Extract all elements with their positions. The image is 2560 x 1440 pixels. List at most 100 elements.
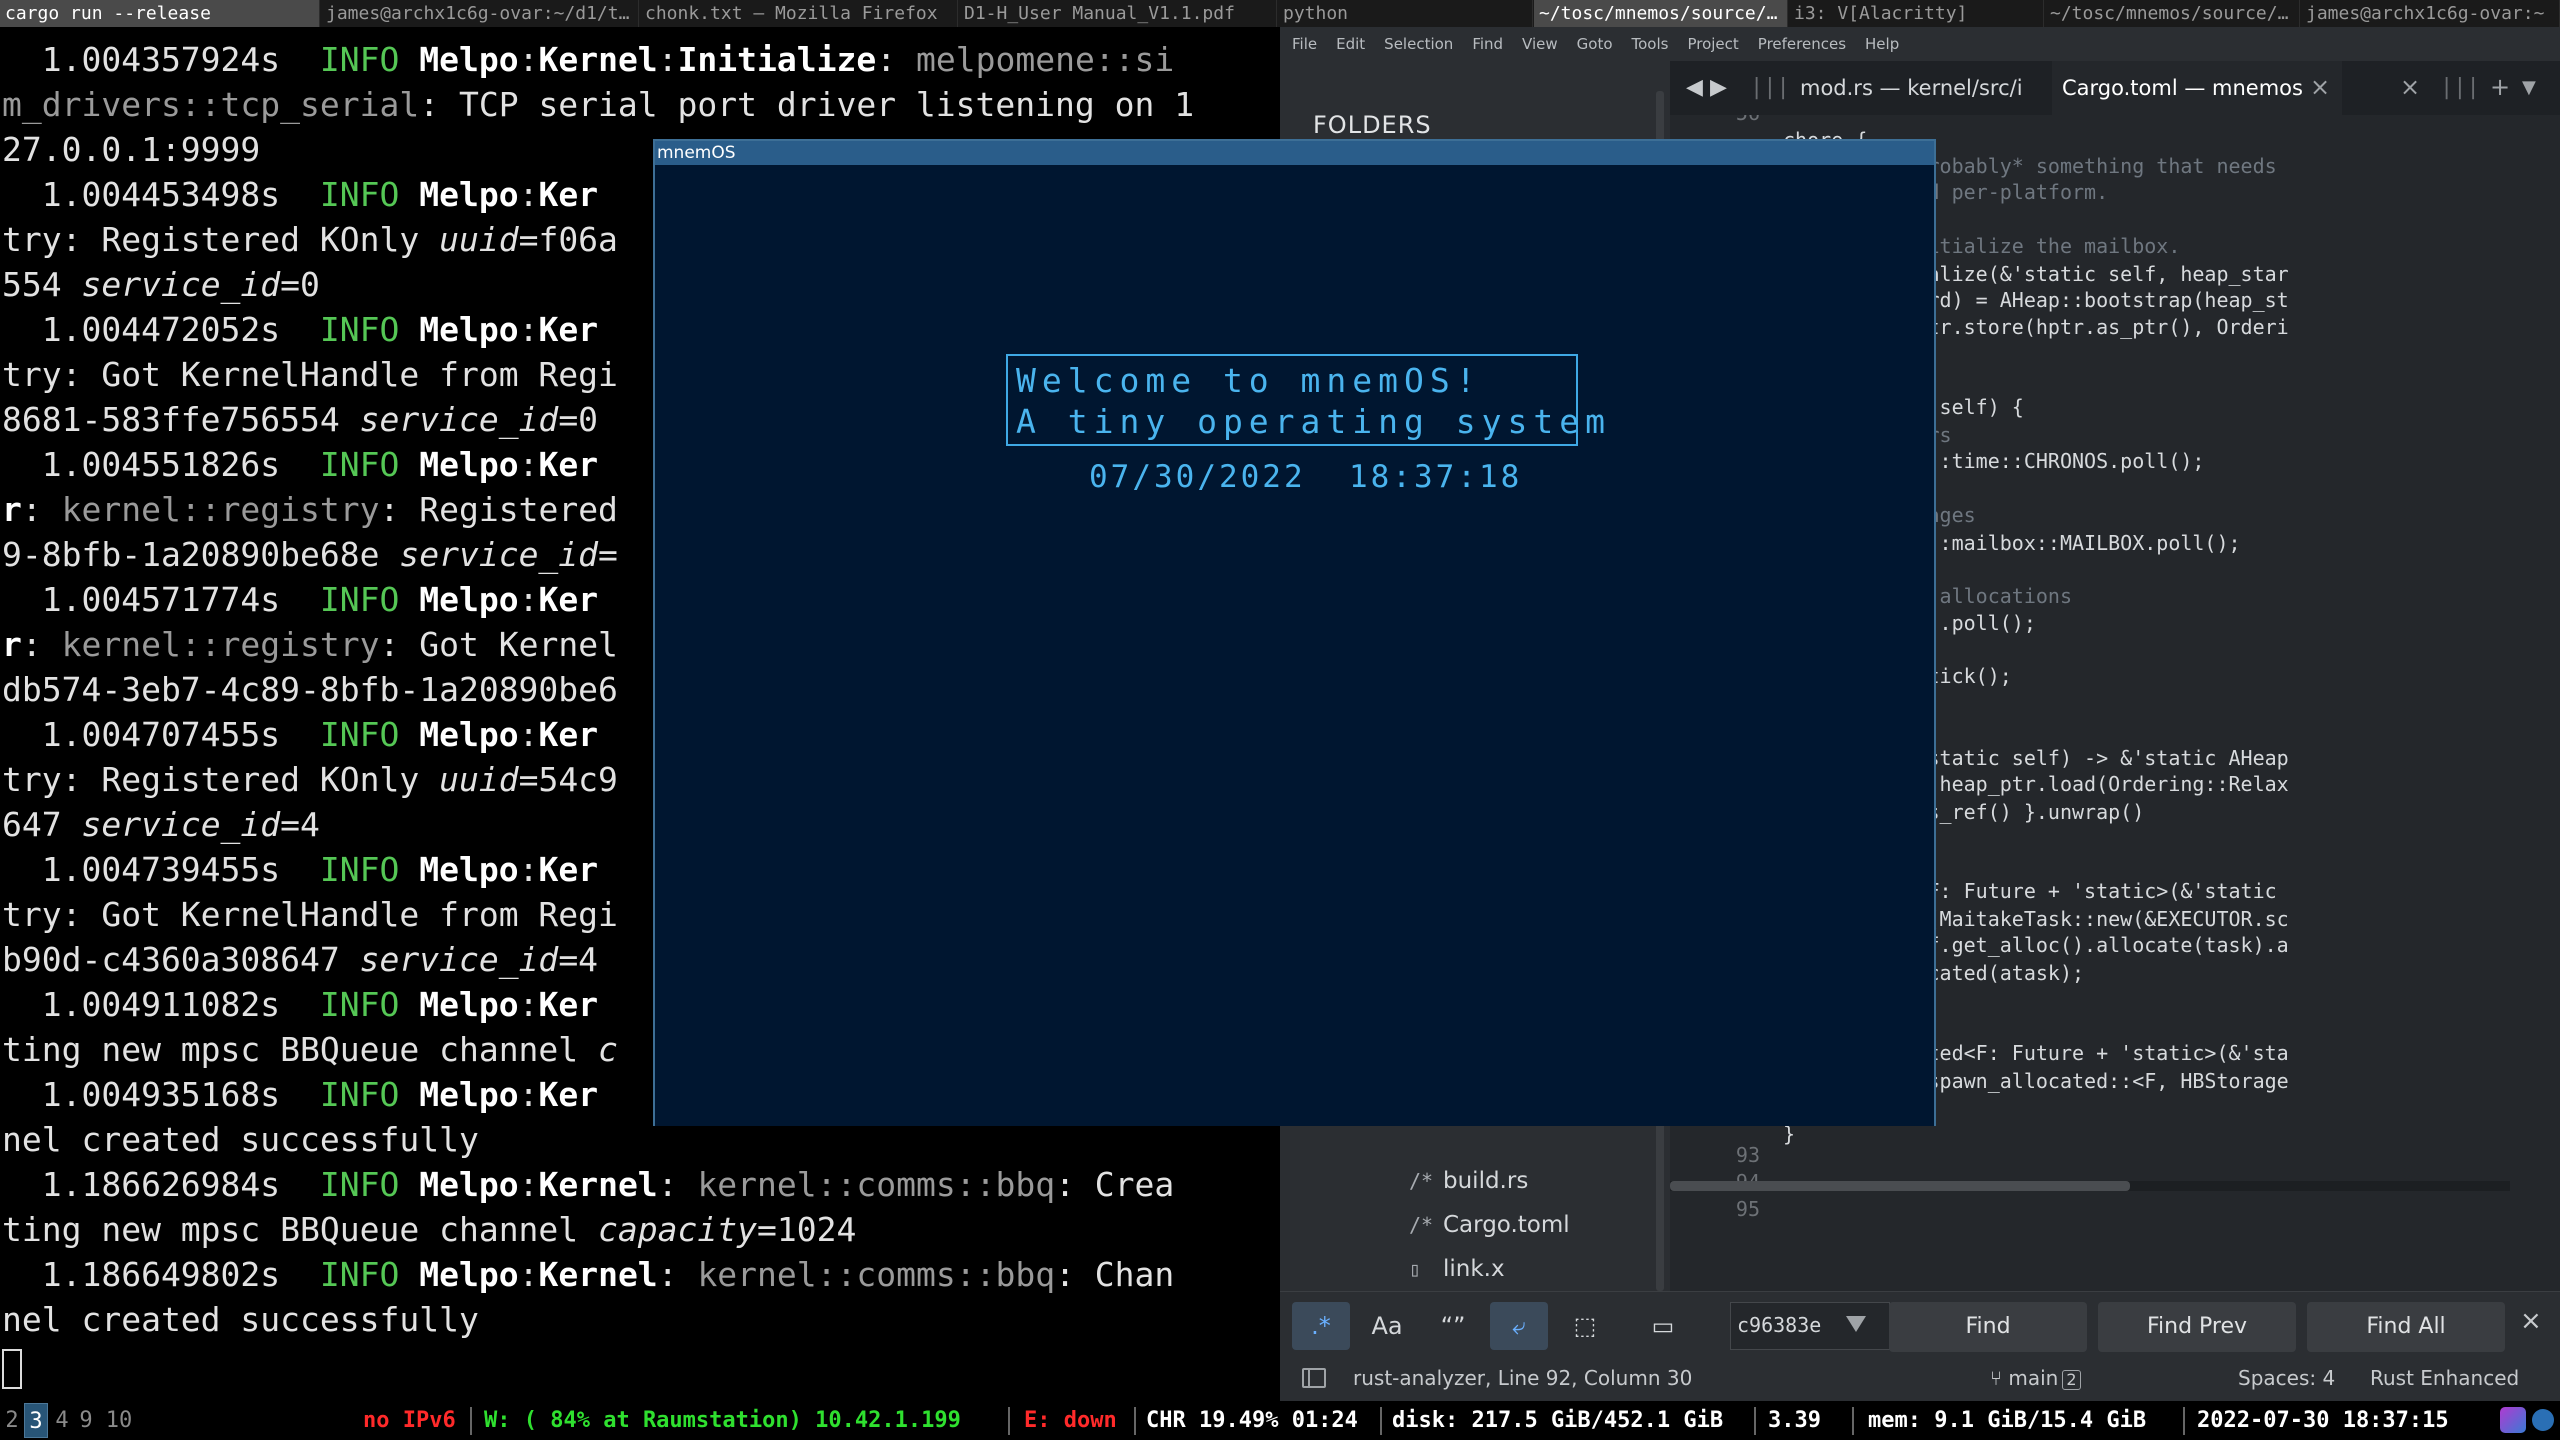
separator: [1754, 1407, 1756, 1435]
window-tab-source[interactable]: ~/tosc/mnemos/source/…: [2045, 0, 2300, 27]
terminal-text: Ker: [538, 445, 599, 484]
git-branch-status[interactable]: ⑂ main 2: [1990, 1355, 2081, 1401]
menu-project[interactable]: Project: [1675, 27, 1745, 61]
terminal-text: 1.004935168s: [2, 1075, 320, 1114]
line-number: 95: [1735, 1197, 1760, 1221]
file-item-build-rs[interactable]: /* build.rs: [1409, 1161, 1528, 1201]
terminal-text: =: [598, 535, 618, 574]
terminal-text: :: [518, 310, 539, 349]
terminal-text: try: Registered KOnly: [2, 760, 440, 799]
memory-status: mem: 9.1 GiB/15.4 GiB: [1868, 1408, 2147, 1433]
clock-status: 2022-07-30 18:37:15: [2197, 1408, 2449, 1433]
case-sensitive-toggle-button[interactable]: Aa: [1358, 1302, 1416, 1350]
highlight-matches-toggle-button[interactable]: ▭: [1634, 1302, 1692, 1350]
window-tab-editor[interactable]: ~/tosc/mnemos/source/…: [1534, 0, 1788, 27]
editor-tab-cargo-toml[interactable]: Cargo.toml — mnemos: [2052, 61, 2342, 115]
window-tab-shell[interactable]: james@archx1c6g-ovar:~: [2301, 0, 2560, 27]
close-find-panel-icon[interactable]: ×: [2520, 1306, 2542, 1336]
wifi-status: W: ( 84% at Raumstation) 10.42.1.199: [484, 1408, 961, 1433]
panel-toggle-icon[interactable]: [1302, 1368, 1326, 1388]
workspace-10[interactable]: 10: [100, 1403, 138, 1438]
terminal-text: db574-3eb7-4c89-8bfb-1a20890be6: [2, 670, 618, 709]
new-tab-plus-icon[interactable]: +: [2490, 73, 2510, 101]
terminal-text: Ker: [538, 850, 599, 889]
tab-prev-arrow-icon[interactable]: ◀: [1686, 75, 1703, 100]
mnemos-emulator-window[interactable]: mnemOS Welcome to mnemOS! A tiny operati…: [653, 139, 1936, 1126]
terminal-text: : Got Kernel: [379, 625, 618, 664]
find-panel: .* Aa “” ⤶ ⬚ ▭ c96383e Find Find Prev Fi…: [1280, 1291, 2560, 1355]
menu-find[interactable]: Find: [1460, 27, 1510, 61]
terminal-text: ting new mpsc BBQueue channel: [2, 1210, 599, 1249]
window-tab-python[interactable]: python: [1278, 0, 1533, 27]
terminal-text: :: [21, 490, 62, 529]
terminal-text: =f06a: [518, 220, 618, 259]
close-pane-icon[interactable]: ×: [2400, 73, 2420, 101]
menu-preferences[interactable]: Preferences: [1746, 27, 1853, 61]
menu-view[interactable]: View: [1510, 27, 1565, 61]
window-tab-pdf[interactable]: D1-H_User Manual_V1.1.pdf: [959, 0, 1277, 27]
terminal-text: : Chan: [1055, 1255, 1175, 1294]
terminal-text: 1.004571774s: [2, 580, 320, 619]
window-tab-terminal[interactable]: james@archx1c6g-ovar:~/d1/t…: [321, 0, 639, 27]
terminal-text: Ker: [538, 1075, 599, 1114]
separator: [1134, 1407, 1136, 1435]
menu-goto[interactable]: Goto: [1565, 27, 1620, 61]
file-item-link-x[interactable]: ▯ link.x: [1409, 1249, 1505, 1289]
window-tab-firefox[interactable]: chonk.txt — Mozilla Firefox: [640, 0, 958, 27]
terminal-line: ting new mpsc BBQueue channel capacity=1…: [2, 1207, 1278, 1252]
terminal-text: INFO: [319, 175, 400, 214]
indentation-status[interactable]: Spaces: 4: [2238, 1355, 2335, 1401]
terminal-text: Melpo: [419, 175, 519, 214]
terminal-line: 1.186649802s INFO Melpo:Kernel: kernel::…: [2, 1252, 1278, 1297]
terminal-text: 1.186649802s: [2, 1255, 320, 1294]
tray-app-icon[interactable]: [2500, 1407, 2526, 1433]
code-horizontal-scrollbar[interactable]: [1670, 1181, 2510, 1191]
scroll-thumb[interactable]: [1670, 1181, 2130, 1191]
workspace-9[interactable]: 9: [74, 1403, 98, 1438]
regex-toggle-button[interactable]: .*: [1292, 1302, 1350, 1350]
terminal-text: :: [518, 1165, 539, 1204]
menu-file[interactable]: File: [1280, 27, 1324, 61]
workspace-2[interactable]: 2: [0, 1403, 24, 1438]
terminal-text: uuid: [439, 760, 519, 799]
terminal-text: capacity: [598, 1210, 757, 1249]
tray-network-icon[interactable]: [2532, 1409, 2554, 1431]
workspace-3[interactable]: 3: [24, 1403, 48, 1438]
editor-tab-mod-rs[interactable]: mod.rs — kernel/src/i: [1790, 61, 2050, 115]
terminal-prompt-line[interactable]: [2, 1342, 1278, 1389]
terminal-line: nel created successfully: [2, 1297, 1278, 1342]
file-item-cargo-toml[interactable]: /* Cargo.toml: [1409, 1205, 1570, 1245]
terminal-text: m_drivers::tcp_serial: [2, 85, 420, 124]
menu-help[interactable]: Help: [1853, 27, 1906, 61]
menu-edit[interactable]: Edit: [1324, 27, 1372, 61]
syntax-status[interactable]: Rust Enhanced: [2370, 1355, 2519, 1401]
find-prev-button[interactable]: Find Prev: [2098, 1302, 2296, 1352]
find-input[interactable]: c96383e: [1730, 1302, 1890, 1350]
branch-changes-badge: 2: [2062, 1370, 2081, 1390]
window-tab-cargo[interactable]: cargo run --release: [0, 0, 320, 27]
whole-word-toggle-button[interactable]: “”: [1424, 1302, 1482, 1350]
find-history-chevron-icon[interactable]: [1846, 1316, 1866, 1332]
wrap-icon: ⤶: [1512, 1312, 1526, 1340]
terminal-text: c: [598, 1030, 618, 1069]
in-selection-toggle-button[interactable]: ⬚: [1556, 1302, 1614, 1350]
tab-list-chevron-icon[interactable]: ▼: [2522, 77, 2536, 98]
terminal-text: melpomene::si: [916, 40, 1175, 79]
menu-selection[interactable]: Selection: [1372, 27, 1460, 61]
wrap-toggle-button[interactable]: ⤶: [1490, 1302, 1548, 1350]
find-button[interactable]: Find: [1889, 1302, 2087, 1352]
emulator-title[interactable]: mnemOS: [655, 141, 1934, 165]
emulator-screen[interactable]: Welcome to mnemOS! A tiny operating syst…: [655, 165, 1934, 1126]
terminal-text: INFO: [319, 40, 400, 79]
find-all-button[interactable]: Find All: [2307, 1302, 2505, 1352]
menu-tools[interactable]: Tools: [1620, 27, 1676, 61]
tab-next-arrow-icon[interactable]: ▶: [1710, 75, 1727, 100]
folders-title: FOLDERS: [1313, 111, 1432, 139]
workspace-4[interactable]: 4: [50, 1403, 74, 1438]
terminal-text: Melpo: [419, 715, 519, 754]
tab-close-icon[interactable]: ×: [2310, 73, 2330, 101]
window-tab-alacritty[interactable]: i3: V[Alacritty]: [1789, 0, 2044, 27]
